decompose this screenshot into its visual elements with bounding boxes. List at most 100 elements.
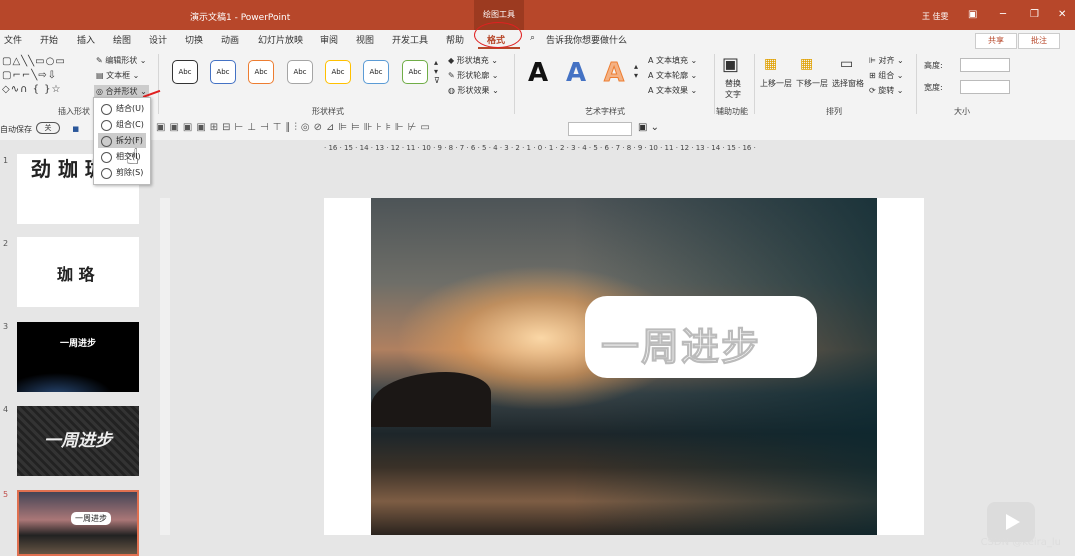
tab-insert[interactable]: 插入: [77, 33, 95, 46]
align-button[interactable]: ⊫ 对齐 ⌄: [869, 55, 904, 66]
send-backward-button[interactable]: 下移一层: [796, 78, 828, 89]
ribbon-display-icon[interactable]: ▣: [968, 9, 977, 20]
window-title: 演示文稿1 - PowerPoint: [190, 13, 291, 23]
shape-gallery[interactable]: ▢△╲╲▭○▭: [2, 56, 66, 67]
restore-icon[interactable]: ❐: [1030, 9, 1039, 20]
shape-style-preset-3[interactable]: Abc: [248, 60, 274, 84]
merge-shapes-label: 合并形状: [105, 87, 138, 96]
comment-button[interactable]: 批注: [1018, 33, 1060, 49]
group-label: 组合: [878, 71, 895, 80]
edit-shape-label: 编辑形状: [105, 56, 138, 65]
shape-effects-label: 形状效果: [457, 86, 490, 95]
height-label: 高度:: [924, 61, 943, 70]
shape-style-preset-2[interactable]: Abc: [210, 60, 236, 84]
group-label-accessibility: 辅助功能: [716, 107, 748, 116]
selection-pane-button[interactable]: 选择窗格: [832, 78, 864, 89]
slide-number: 5: [3, 490, 9, 499]
rotate-button[interactable]: ⟳ 旋转 ⌄: [869, 85, 904, 96]
annotation-circle: [474, 22, 522, 48]
shape-style-preset-7[interactable]: Abc: [402, 60, 428, 84]
save-icon[interactable]: ▪: [72, 122, 79, 135]
tab-transitions[interactable]: 切换: [185, 33, 203, 46]
height-input[interactable]: [960, 58, 1010, 72]
text-outline-label: 文本轮廓: [656, 71, 689, 80]
group-button[interactable]: ⊞ 组合 ⌄: [869, 70, 904, 81]
bring-forward-icon: ▦: [764, 56, 778, 72]
menu-item-union-label: 结合(U): [116, 104, 145, 113]
width-input[interactable]: [960, 80, 1010, 94]
slide-number: 1: [3, 156, 9, 165]
slide-number: 4: [3, 405, 9, 414]
tab-design[interactable]: 设计: [149, 33, 167, 46]
autosave-toggle[interactable]: 关: [36, 122, 60, 134]
textbox-label: 文本框: [106, 71, 131, 80]
subtract-icon: [101, 168, 112, 179]
text-fill-button[interactable]: A 文本填充 ⌄: [648, 55, 697, 66]
tab-help[interactable]: 帮助: [446, 33, 464, 46]
menu-item-fragment-label: 拆分(F): [116, 136, 143, 145]
drawing-tools-row[interactable]: ▣▣▣▣⊞⊟⊢⊥⊣⊤∥⫶◎⊘⊿⊫⊨⊪⊦⊧⊩⊬▭: [156, 122, 434, 133]
tab-draw[interactable]: 绘图: [113, 33, 131, 46]
text-outline-button[interactable]: A 文本轮廓 ⌄: [648, 70, 697, 81]
tab-slideshow[interactable]: 幻灯片放映: [258, 33, 303, 46]
qat-combo[interactable]: [568, 122, 632, 136]
quick-access-toolbar: 自动保存 关 ▪ ▣▣▣▣⊞⊟⊢⊥⊣⊤∥⫶◎⊘⊿⊫⊨⊪⊦⊧⊩⊬▭ ▣ ⌄: [0, 118, 1075, 141]
shape-effects-button[interactable]: ◍ 形状效果 ⌄: [448, 85, 499, 96]
width-label: 宽度:: [924, 83, 943, 92]
mouse-cursor-icon: ☝: [126, 145, 140, 170]
autosave-label: 自动保存: [0, 125, 32, 134]
slide-thumbnail-2[interactable]: 珈 珞: [17, 237, 139, 307]
group-label-size: 大小: [954, 107, 970, 116]
shape-outline-button[interactable]: ✎ 形状轮廓 ⌄: [448, 70, 499, 81]
vertical-ruler: [160, 198, 170, 535]
shape-style-preset-4[interactable]: Abc: [287, 60, 313, 84]
menu-item-combine[interactable]: 组合(C): [98, 117, 146, 132]
tell-me-search[interactable]: 告诉我你想要做什么: [546, 33, 627, 46]
slide-thumbnail-4[interactable]: 一周进步: [17, 406, 139, 476]
tab-developer[interactable]: 开发工具: [392, 33, 428, 46]
group-label-insert-shapes: 插入形状: [58, 107, 90, 116]
merge-shapes-menu: 结合(U) 组合(C) 拆分(F) 相交(I) 剪除(S): [93, 97, 151, 185]
share-button[interactable]: 共享: [975, 33, 1017, 49]
text-effects-button[interactable]: A 文本效果 ⌄: [648, 85, 697, 96]
tab-animations[interactable]: 动画: [221, 33, 239, 46]
send-backward-icon: ▦: [800, 56, 814, 72]
text-fill-label: 文本填充: [656, 56, 689, 65]
qat-more-icon[interactable]: ▣ ⌄: [638, 122, 659, 133]
tab-file[interactable]: 文件: [4, 33, 22, 46]
search-icon[interactable]: ⌕: [530, 33, 535, 43]
bring-forward-button[interactable]: 上移一层: [760, 78, 792, 89]
shape-fill-button[interactable]: ◆ 形状填充 ⌄: [448, 55, 498, 66]
menu-item-union[interactable]: 结合(U): [98, 101, 146, 116]
shape-style-preset-1[interactable]: Abc: [172, 60, 198, 84]
wordart-preset-2[interactable]: A: [566, 58, 586, 88]
close-icon[interactable]: ✕: [1058, 9, 1066, 20]
wordart-preset-3[interactable]: A: [603, 58, 624, 89]
tab-home[interactable]: 开始: [40, 33, 58, 46]
slide-thumbnail-3[interactable]: 一周进步: [17, 322, 139, 392]
shape-gallery-row3[interactable]: ◇∿∩ { }☆: [2, 84, 61, 95]
slide-number: 2: [3, 239, 9, 248]
wordart-gallery-scroll[interactable]: ▴ ▾: [634, 62, 638, 80]
minimize-icon[interactable]: ─: [1000, 9, 1006, 20]
shape-style-preset-6[interactable]: Abc: [363, 60, 389, 84]
tab-view[interactable]: 视图: [356, 33, 374, 46]
group-label-wordart: 艺术字样式: [585, 107, 625, 116]
gallery-scroll[interactable]: ▴ ▾ ⊽: [434, 58, 440, 85]
horizontal-ruler: · 16 · 15 · 14 · 13 · 12 · 11 · 10 · 9 ·…: [324, 144, 756, 152]
wordart-preset-1[interactable]: A: [528, 58, 548, 88]
shape-style-preset-5[interactable]: Abc: [325, 60, 351, 84]
slide-number: 3: [3, 322, 9, 331]
combine-icon: [101, 120, 112, 131]
divider: [714, 54, 715, 114]
alt-text-button[interactable]: 替换文字: [722, 78, 744, 100]
textbox-button[interactable]: ▤ 文本框 ⌄: [96, 70, 139, 81]
tab-review[interactable]: 审阅: [320, 33, 338, 46]
edit-shape-button[interactable]: ✎ 编辑形状 ⌄: [96, 55, 147, 66]
shape-gallery-row2[interactable]: ▢⌐⌐╲⇨⇩: [2, 70, 57, 81]
slide-thumbnail-panel: 1 劲 珈 珈 2 珈 珞 3 一周进步 4 一周进步 5 一周进步: [0, 140, 157, 556]
slide-title-shape[interactable]: 一周进步: [585, 296, 817, 378]
rotate-label: 旋转: [878, 86, 895, 95]
user-name[interactable]: 王 佳雯: [922, 11, 949, 22]
slide-thumbnail-5[interactable]: 一周进步: [17, 490, 139, 556]
